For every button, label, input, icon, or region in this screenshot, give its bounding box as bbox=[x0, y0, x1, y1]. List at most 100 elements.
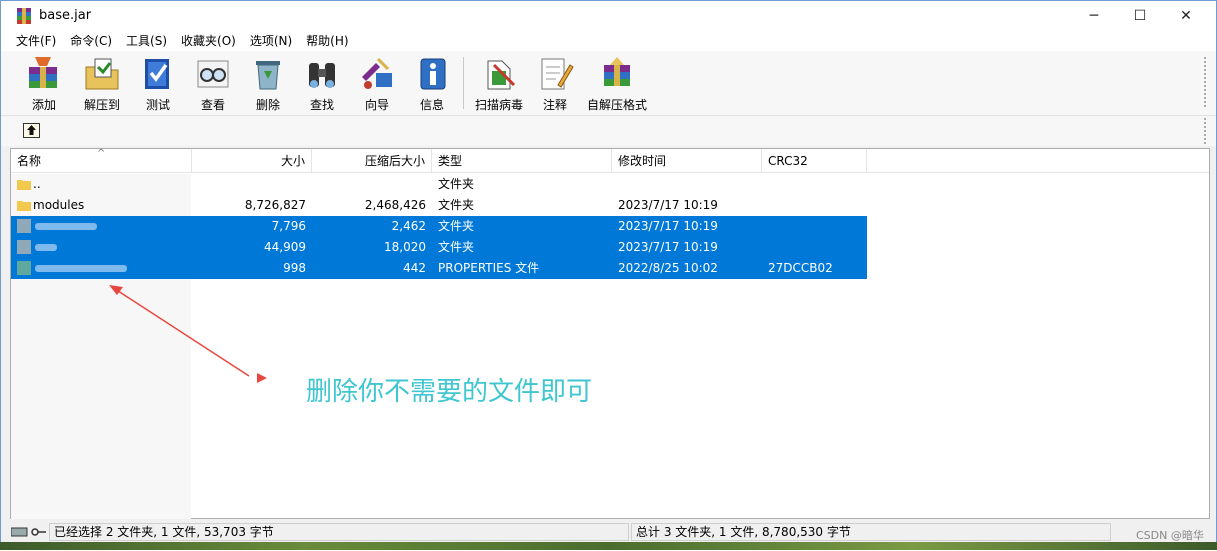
winrar-window: base.jar ─ ☐ ✕ 文件(F) 命令(C) 工具(S) 收藏夹(O) … bbox=[0, 0, 1217, 550]
view-glasses-icon bbox=[197, 60, 229, 88]
row-modified: 2023/7/17 10:19 bbox=[618, 198, 718, 212]
test-label: 测试 bbox=[145, 98, 170, 112]
minimize-button[interactable]: ─ bbox=[1071, 1, 1117, 31]
row-modified: 2023/7/17 10:19 bbox=[618, 219, 718, 233]
annotation-text: 删除你不需要的文件即可 bbox=[306, 377, 593, 407]
test-icon bbox=[145, 59, 169, 89]
row-name-blurred bbox=[35, 265, 127, 272]
folder-icon bbox=[17, 240, 31, 254]
toolbar: 添加 解压到 测试 查看 删除 查找 向导 信息 扫描病毒 注释 自解压格式 bbox=[1, 51, 1216, 116]
drive-key-icon bbox=[11, 527, 46, 537]
row-type: PROPERTIES 文件 bbox=[438, 261, 540, 275]
view-label: 查看 bbox=[200, 98, 225, 112]
folder-icon bbox=[17, 201, 31, 211]
status-total: 总计 3 文件夹, 1 文件, 8,780,530 字节 bbox=[631, 523, 1111, 541]
status-selected: 已经选择 2 文件夹, 1 文件, 53,703 字节 bbox=[49, 523, 629, 541]
table-row[interactable]: 44,909 18,020 文件夹 2023/7/17 10:19 bbox=[11, 237, 867, 258]
column-packed[interactable]: 压缩后大小 bbox=[312, 149, 432, 173]
extract-label: 解压到 bbox=[83, 98, 120, 112]
file-list[interactable]: ^ 名称 大小 压缩后大小 类型 修改时间 CRC32 .. 文件夹 modul… bbox=[10, 148, 1210, 519]
delete-button[interactable]: 删除 bbox=[249, 55, 287, 113]
column-modified-label: 修改时间 bbox=[618, 154, 667, 168]
sfx-icon bbox=[604, 57, 630, 86]
sort-ascending-icon: ^ bbox=[97, 148, 106, 159]
up-folder-icon[interactable] bbox=[23, 123, 40, 138]
row-packed: 2,462 bbox=[391, 219, 426, 233]
toolbar-separator bbox=[463, 57, 464, 109]
add-archive-icon bbox=[29, 57, 57, 88]
row-size: 8,726,827 bbox=[244, 198, 306, 212]
row-type: 文件夹 bbox=[438, 240, 475, 254]
virus-scan-icon bbox=[487, 60, 516, 90]
test-button[interactable]: 测试 bbox=[139, 55, 177, 113]
table-row[interactable]: modules 8,726,827 2,468,426 文件夹 2023/7/1… bbox=[11, 195, 867, 216]
sfx-label: 自解压格式 bbox=[587, 98, 648, 112]
row-modified: 2023/7/17 10:19 bbox=[618, 240, 718, 254]
extract-button[interactable]: 解压到 bbox=[83, 55, 121, 113]
view-button[interactable]: 查看 bbox=[194, 55, 232, 113]
add-label: 添加 bbox=[31, 98, 56, 112]
menu-bar: 文件(F) 命令(C) 工具(S) 收藏夹(O) 选项(N) 帮助(H) bbox=[1, 31, 1216, 51]
desktop-background bbox=[0, 542, 1217, 550]
add-button[interactable]: 添加 bbox=[25, 55, 63, 113]
find-button[interactable]: 查找 bbox=[303, 55, 341, 113]
extract-folder-icon bbox=[85, 58, 119, 90]
sfx-button[interactable]: 自解压格式 bbox=[587, 55, 647, 113]
row-packed: 2,468,426 bbox=[364, 198, 426, 212]
virus-scan-label: 扫描病毒 bbox=[475, 98, 524, 112]
column-crc[interactable]: CRC32 bbox=[762, 149, 867, 173]
info-button[interactable]: 信息 bbox=[413, 55, 451, 113]
toolbar-grip[interactable] bbox=[1204, 57, 1206, 107]
row-packed: 18,020 bbox=[384, 240, 426, 254]
window-title: base.jar bbox=[39, 8, 92, 23]
delete-label: 删除 bbox=[255, 98, 280, 112]
address-grip[interactable] bbox=[1204, 118, 1206, 144]
menu-tools[interactable]: 工具(S) bbox=[119, 31, 174, 51]
close-icon: ✕ bbox=[1180, 8, 1192, 24]
column-type-label: 类型 bbox=[438, 154, 463, 168]
row-type: 文件夹 bbox=[438, 198, 475, 212]
watermark: CSDN @暗华 bbox=[1136, 529, 1204, 542]
table-row[interactable]: 7,796 2,462 文件夹 2023/7/17 10:19 bbox=[11, 216, 867, 237]
comment-pencil-icon bbox=[541, 58, 574, 90]
column-modified[interactable]: 修改时间 bbox=[612, 149, 762, 173]
column-size[interactable]: 大小 bbox=[192, 149, 312, 173]
comment-button[interactable]: 注释 bbox=[536, 55, 574, 113]
column-packed-label: 压缩后大小 bbox=[364, 154, 425, 168]
row-packed: 442 bbox=[403, 261, 426, 275]
table-row[interactable]: 998 442 PROPERTIES 文件 2022/8/25 10:02 27… bbox=[11, 258, 867, 279]
menu-options[interactable]: 选项(N) bbox=[243, 31, 299, 51]
column-size-label: 大小 bbox=[280, 154, 305, 168]
row-size: 44,909 bbox=[264, 240, 306, 254]
menu-file[interactable]: 文件(F) bbox=[9, 31, 63, 51]
row-type: 文件夹 bbox=[438, 219, 475, 233]
menu-help[interactable]: 帮助(H) bbox=[299, 31, 355, 51]
info-icon bbox=[420, 58, 446, 90]
wizard-button[interactable]: 向导 bbox=[358, 55, 396, 113]
address-bar bbox=[1, 116, 1216, 146]
delete-recycle-icon bbox=[256, 61, 280, 90]
minimize-icon: ─ bbox=[1089, 8, 1099, 24]
info-label: 信息 bbox=[419, 98, 444, 112]
title-bar: base.jar ─ ☐ ✕ bbox=[1, 1, 1216, 31]
row-size: 998 bbox=[283, 261, 306, 275]
column-header: ^ 名称 大小 压缩后大小 类型 修改时间 CRC32 bbox=[11, 148, 1209, 173]
column-crc-label: CRC32 bbox=[768, 154, 808, 168]
maximize-button[interactable]: ☐ bbox=[1117, 1, 1163, 31]
menu-favorites[interactable]: 收藏夹(O) bbox=[174, 31, 243, 51]
close-button[interactable]: ✕ bbox=[1163, 1, 1209, 31]
winrar-app-icon bbox=[17, 8, 31, 24]
row-name: modules bbox=[33, 198, 85, 212]
table-row[interactable]: .. 文件夹 bbox=[11, 174, 867, 195]
column-name[interactable]: ^ 名称 bbox=[11, 148, 192, 173]
folder-icon bbox=[17, 180, 31, 190]
comment-label: 注释 bbox=[542, 98, 567, 112]
maximize-icon: ☐ bbox=[1133, 8, 1147, 24]
find-label: 查找 bbox=[309, 98, 334, 112]
menu-commands[interactable]: 命令(C) bbox=[63, 31, 119, 51]
virus-scan-button[interactable]: 扫描病毒 bbox=[475, 55, 523, 113]
row-crc: 27DCCB02 bbox=[768, 261, 833, 275]
column-type[interactable]: 类型 bbox=[432, 149, 612, 173]
folder-icon bbox=[17, 219, 31, 233]
row-name-blurred bbox=[35, 244, 57, 251]
